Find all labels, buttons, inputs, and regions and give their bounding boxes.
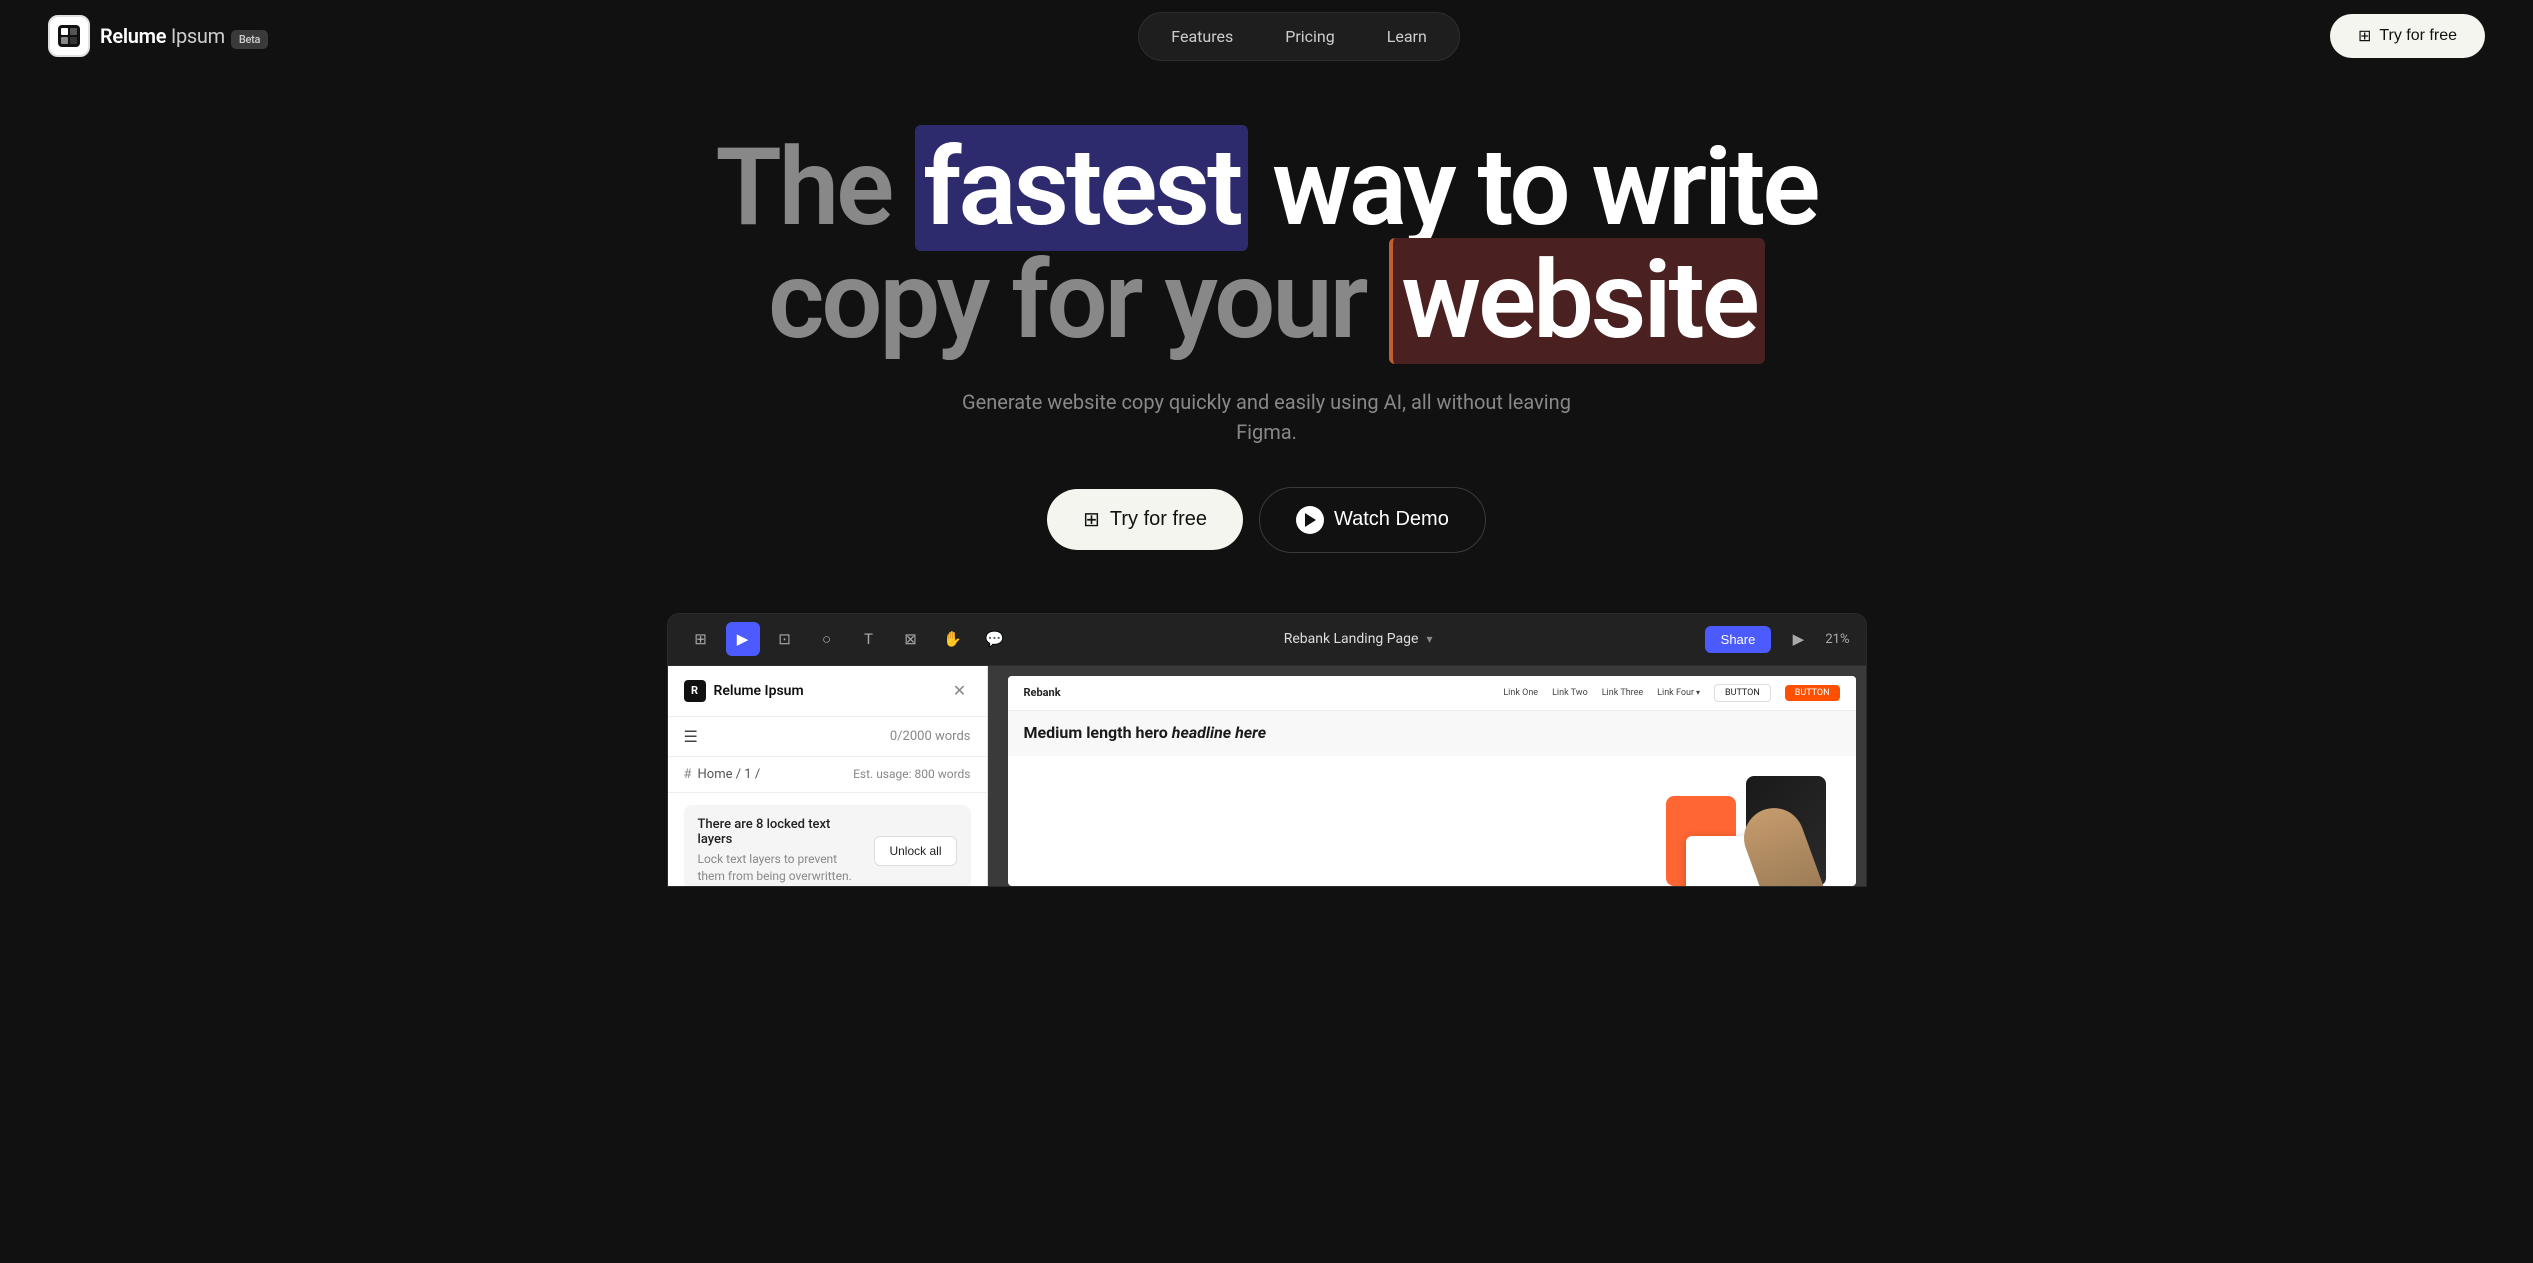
plugin-close-button[interactable]: ✕ [949,680,971,702]
canvas-decorative: Cards [1008,756,1856,886]
tool-type[interactable]: T [852,622,886,656]
nav-try-free-button[interactable]: ⊞ Try for free [2330,14,2485,58]
canvas-btn-outline: BUTTON [1714,684,1771,702]
canvas-btn-filled: BUTTON [1785,685,1840,701]
tool-components[interactable]: ⊠ [894,622,928,656]
nav-pricing[interactable]: Pricing [1261,19,1359,54]
canvas-navbar: Rebank Link One Link Two Link Three Link… [1008,676,1856,711]
tool-hand[interactable]: ✋ [936,622,970,656]
nav-right: ⊞ Try for free [2330,14,2485,58]
grid-icon: ⊞ [1083,507,1100,532]
plugin-logo: R Relume Ipsum [684,680,804,702]
canvas-content: Rebank Link One Link Two Link Three Link… [1008,676,1856,886]
canvas-link3: Link Three [1602,688,1643,698]
tool-shape[interactable]: ○ [810,622,844,656]
plugin-panel: R Relume Ipsum ✕ ☰ 0/2000 words # Home /… [668,666,988,886]
figma-toolbar: ⊞ ▶ ⊡ ○ T ⊠ ✋ 💬 Rebank Landing Page ▾ Sh… [668,614,1866,666]
tool-group-4: ○ [810,622,844,656]
figma-content: R Relume Ipsum ✕ ☰ 0/2000 words # Home /… [668,666,1866,886]
fastest-highlight: fastest [915,125,1248,251]
figma-share-button[interactable]: Share [1705,626,1772,653]
canvas-nav-links: Link One Link Two Link Three Link Four B… [1503,684,1839,702]
logo-area[interactable]: Relume IpsumBeta [48,15,268,57]
nav-links: Features Pricing Learn [1138,12,1460,61]
canvas-hero: Medium length hero headline here [1008,711,1856,756]
plugin-header: R Relume Ipsum ✕ [668,666,987,717]
tool-group-1: ⊞ [684,622,718,656]
breadcrumb: # Home / 1 / [684,767,761,782]
play-icon [1296,506,1324,534]
plugin-breadcrumb: # Home / 1 / Est. usage: 800 words [668,757,987,793]
navbar: Relume IpsumBeta Features Pricing Learn … [0,0,2533,72]
hero-watch-demo-button[interactable]: Watch Demo [1259,487,1486,553]
hero-actions: ⊞ Try for free Watch Demo [1047,487,1486,553]
nav-features[interactable]: Features [1147,19,1257,54]
logo-icon [48,15,90,57]
word-count: 0/2000 words [890,729,971,744]
canvas-link2: Link Two [1552,688,1588,698]
grid-icon: ⊞ [2358,26,2371,46]
hero-section: The fastest way to write copy for your w… [0,72,2533,593]
tool-play[interactable]: ▶ [1781,622,1815,656]
figma-tools-left: ⊞ ▶ ⊡ ○ T ⊠ ✋ 💬 [684,622,1012,656]
figma-canvas: Rebank Link One Link Two Link Three Link… [988,666,1866,886]
locked-notice: There are 8 locked text layers Lock text… [684,805,971,887]
figma-tools-right: Share ▶ 21% [1705,622,1850,656]
canvas-hero-heading: Medium length hero headline here [1024,723,1840,744]
nav-learn[interactable]: Learn [1363,19,1451,54]
canvas-link4: Link Four [1657,688,1700,698]
canvas-link1: Link One [1503,688,1538,698]
plugin-title: Relume Ipsum [714,683,804,699]
locked-title: There are 8 locked text layers [698,817,865,847]
tool-cursor[interactable]: ▶ [726,622,760,656]
beta-badge: Beta [231,30,268,49]
unlock-all-button[interactable]: Unlock all [874,836,956,866]
locked-text: There are 8 locked text layers Lock text… [698,817,865,885]
website-highlight: website [1389,238,1765,364]
hero-try-free-button[interactable]: ⊞ Try for free [1047,489,1243,550]
canvas-brand: Rebank [1024,686,1061,699]
figma-file-title[interactable]: Rebank Landing Page ▾ [1284,631,1433,647]
locked-desc: Lock text layers to prevent them from be… [698,851,865,885]
figma-mockup: ⊞ ▶ ⊡ ○ T ⊠ ✋ 💬 Rebank Landing Page ▾ Sh… [667,613,1867,887]
tool-group-2: ▶ [726,622,760,656]
plugin-logo-icon: R [684,680,706,702]
logo-text: Relume IpsumBeta [100,24,268,48]
hero-title: The fastest way to write copy for your w… [716,132,1818,359]
tool-comment[interactable]: 💬 [978,622,1012,656]
est-usage: Est. usage: 800 words [853,767,970,781]
hamburger-icon[interactable]: ☰ [684,727,698,746]
figma-zoom[interactable]: 21% [1825,632,1849,647]
hero-subtitle: Generate website copy quickly and easily… [942,387,1592,447]
tool-grid[interactable]: ⊞ [684,622,718,656]
hash-icon: # [684,767,692,782]
plugin-menu-row: ☰ 0/2000 words [668,717,987,757]
chevron-down-icon: ▾ [1426,632,1432,646]
tool-frame[interactable]: ⊡ [768,622,802,656]
tool-group-3: ⊡ [768,622,802,656]
